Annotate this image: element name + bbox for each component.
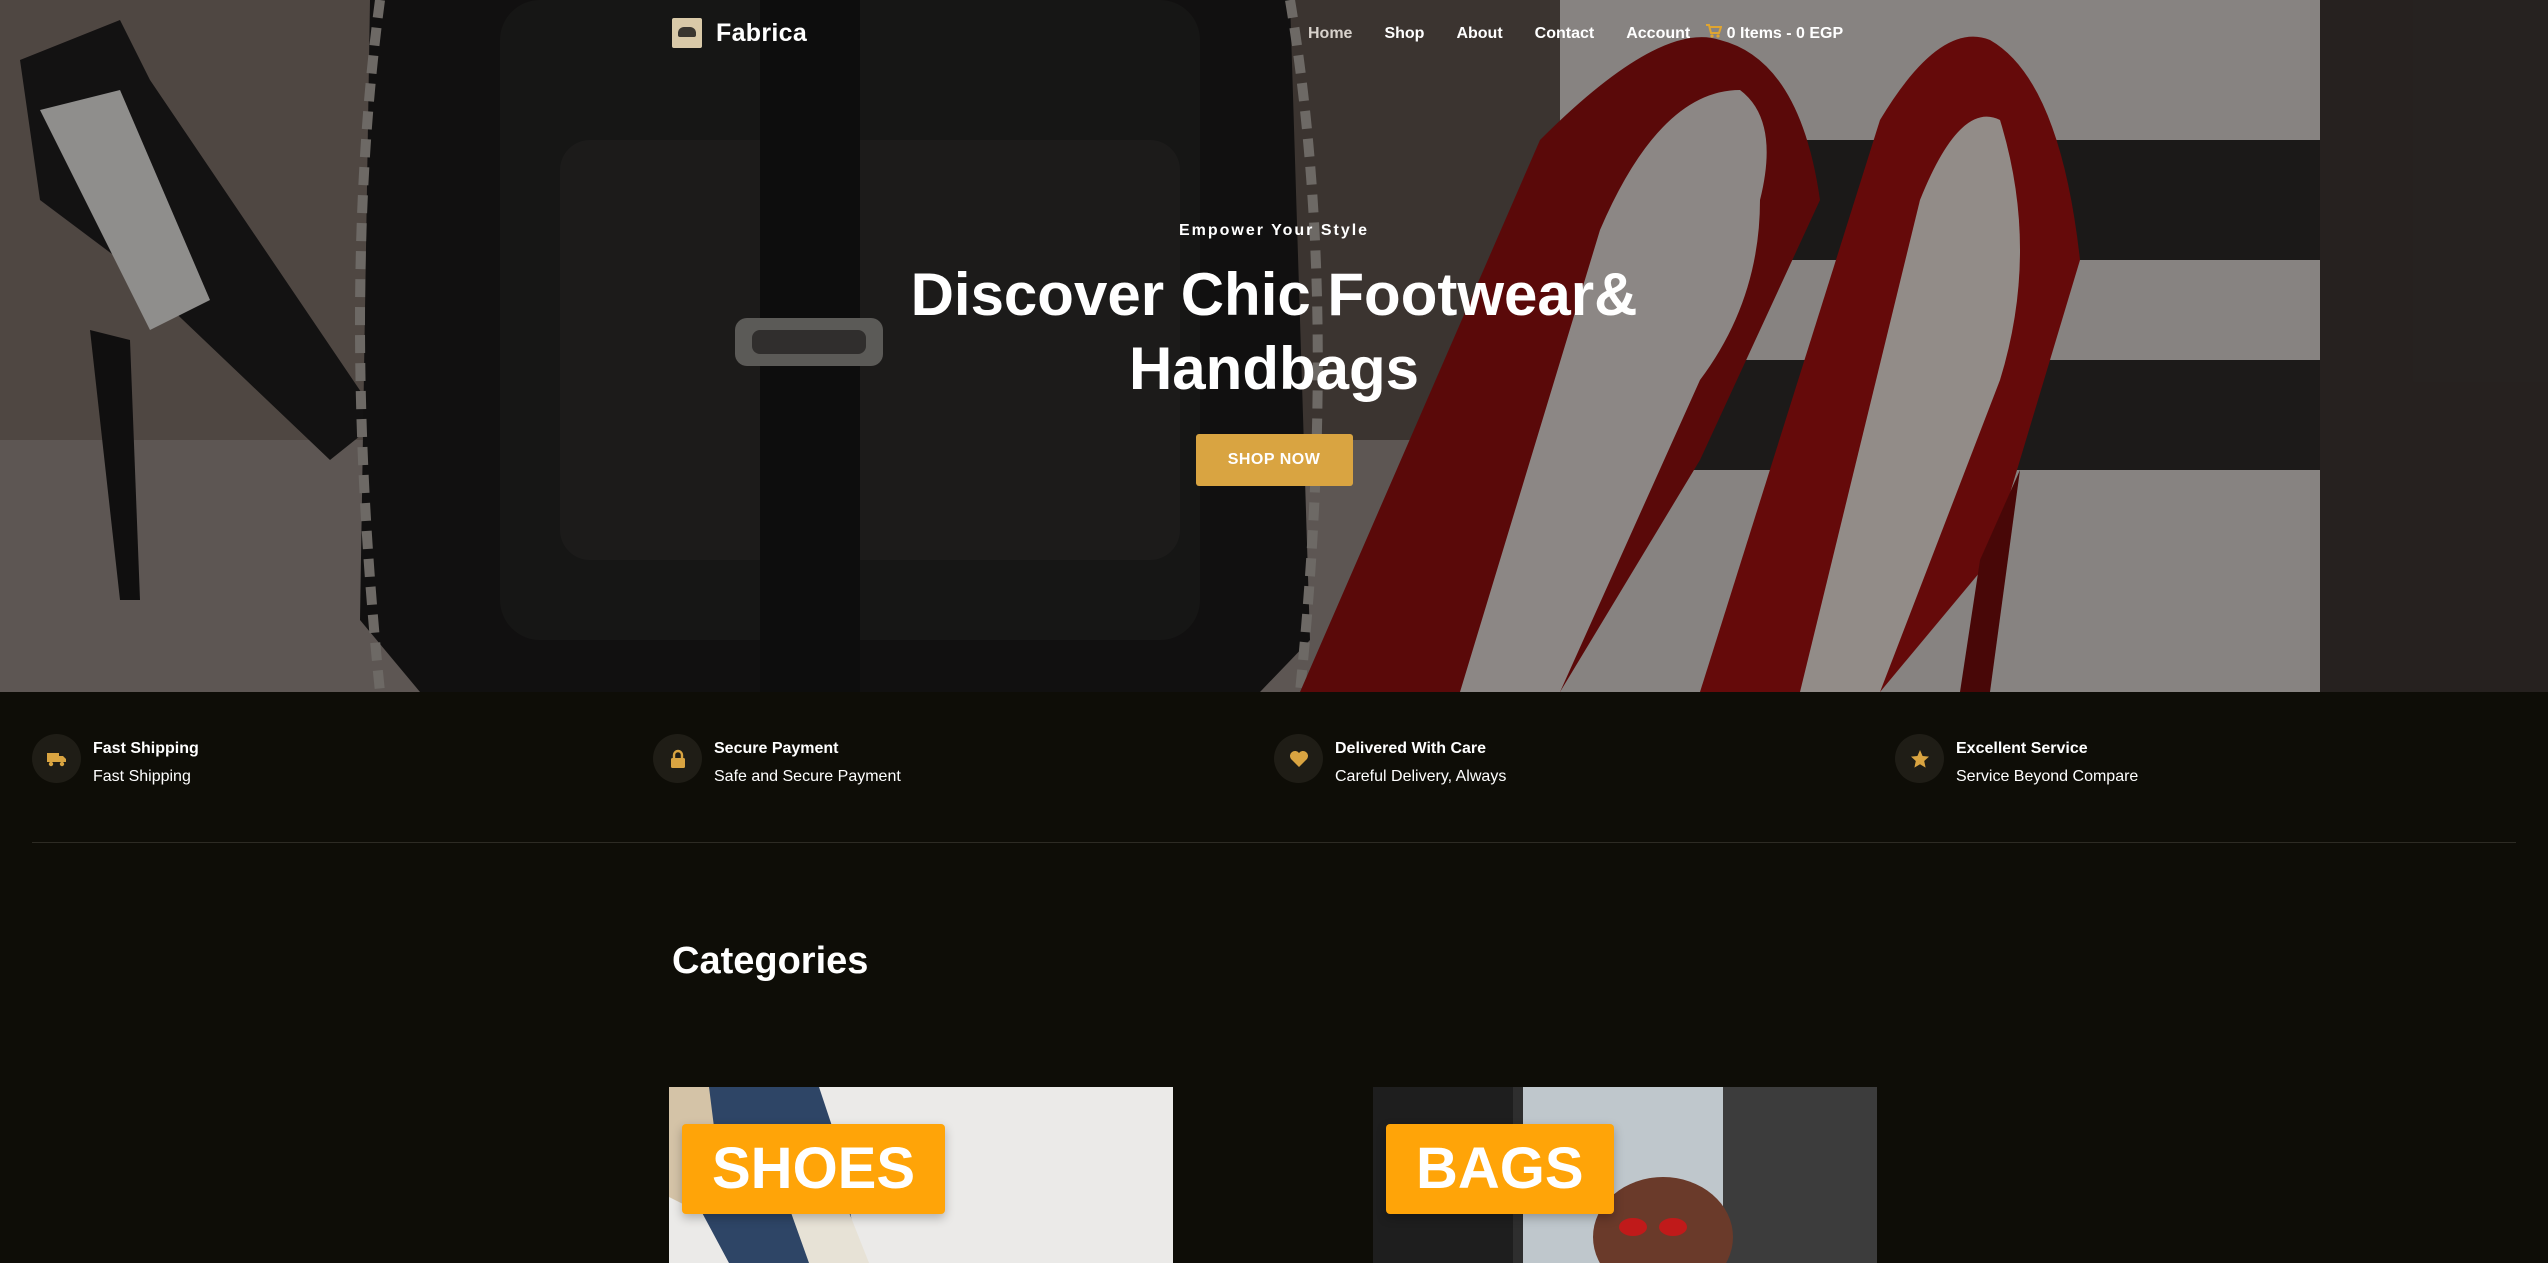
nav-item-account[interactable]: Account bbox=[1626, 25, 1690, 43]
feature-fast-shipping: Fast Shipping Fast Shipping bbox=[32, 734, 653, 842]
feature-subtitle: Safe and Secure Payment bbox=[714, 768, 901, 785]
cart-link[interactable]: 0 Items - 0 EGP bbox=[1706, 24, 1843, 43]
brand[interactable]: Fabrica bbox=[672, 18, 807, 48]
brand-name: Fabrica bbox=[716, 18, 808, 47]
hero-eyebrow: Empower Your Style bbox=[1178, 222, 1370, 239]
feature-subtitle: Service Beyond Compare bbox=[1956, 768, 2139, 785]
hero-banner: Fabrica Home Shop About Contact Account … bbox=[0, 0, 2548, 692]
feature-excellent-service: Excellent Service Service Beyond Compare bbox=[1895, 734, 2516, 842]
cart-summary: 0 Items - 0 EGP bbox=[1726, 25, 1844, 42]
feature-title: Excellent Service bbox=[1956, 740, 2088, 757]
feature-subtitle: Fast Shipping bbox=[93, 768, 191, 785]
nav-item-contact[interactable]: Contact bbox=[1535, 25, 1595, 43]
shopping-cart-icon bbox=[1706, 24, 1723, 38]
section-divider bbox=[32, 842, 2516, 843]
feature-delivered-with-care: Delivered With Care Careful Delivery, Al… bbox=[1274, 734, 1895, 842]
nav-item-shop[interactable]: Shop bbox=[1384, 25, 1424, 43]
nav-item-about[interactable]: About bbox=[1456, 25, 1502, 43]
lock-icon bbox=[653, 734, 702, 783]
nav-item-home[interactable]: Home bbox=[1308, 25, 1352, 43]
categories-title: Categories bbox=[672, 940, 869, 982]
hero-content: Empower Your Style Discover Chic Footwea… bbox=[774, 222, 1774, 486]
hero-headline-line2: Handbags bbox=[1128, 335, 1420, 402]
features-strip: Fast Shipping Fast Shipping Secure Payme… bbox=[32, 734, 2516, 842]
truck-icon bbox=[32, 734, 81, 783]
feature-title: Secure Payment bbox=[714, 740, 839, 757]
nav-menu: Home Shop About Contact Account 0 Items … bbox=[1308, 24, 1843, 43]
shop-now-button[interactable]: SHOP NOW bbox=[1195, 434, 1353, 486]
category-label-shoes: SHOES bbox=[682, 1124, 946, 1214]
hero-headline: Discover Chic Footwear& Handbags bbox=[774, 258, 1774, 406]
brand-logo-icon bbox=[672, 18, 702, 48]
feature-title: Delivered With Care bbox=[1335, 740, 1487, 757]
category-card-bags[interactable]: BAGS bbox=[1373, 1087, 1877, 1263]
category-card-shoes[interactable]: SHOES bbox=[669, 1087, 1173, 1263]
main-navigation: Fabrica Home Shop About Contact Account … bbox=[672, 16, 1852, 52]
feature-secure-payment: Secure Payment Safe and Secure Payment bbox=[653, 734, 1274, 842]
feature-title: Fast Shipping bbox=[93, 740, 199, 757]
heart-icon bbox=[1274, 734, 1323, 783]
star-icon bbox=[1895, 734, 1944, 783]
feature-subtitle: Careful Delivery, Always bbox=[1335, 768, 1507, 785]
hero-headline-line1: Discover Chic Footwear& bbox=[910, 261, 1638, 328]
category-label-bags: BAGS bbox=[1386, 1124, 1614, 1214]
